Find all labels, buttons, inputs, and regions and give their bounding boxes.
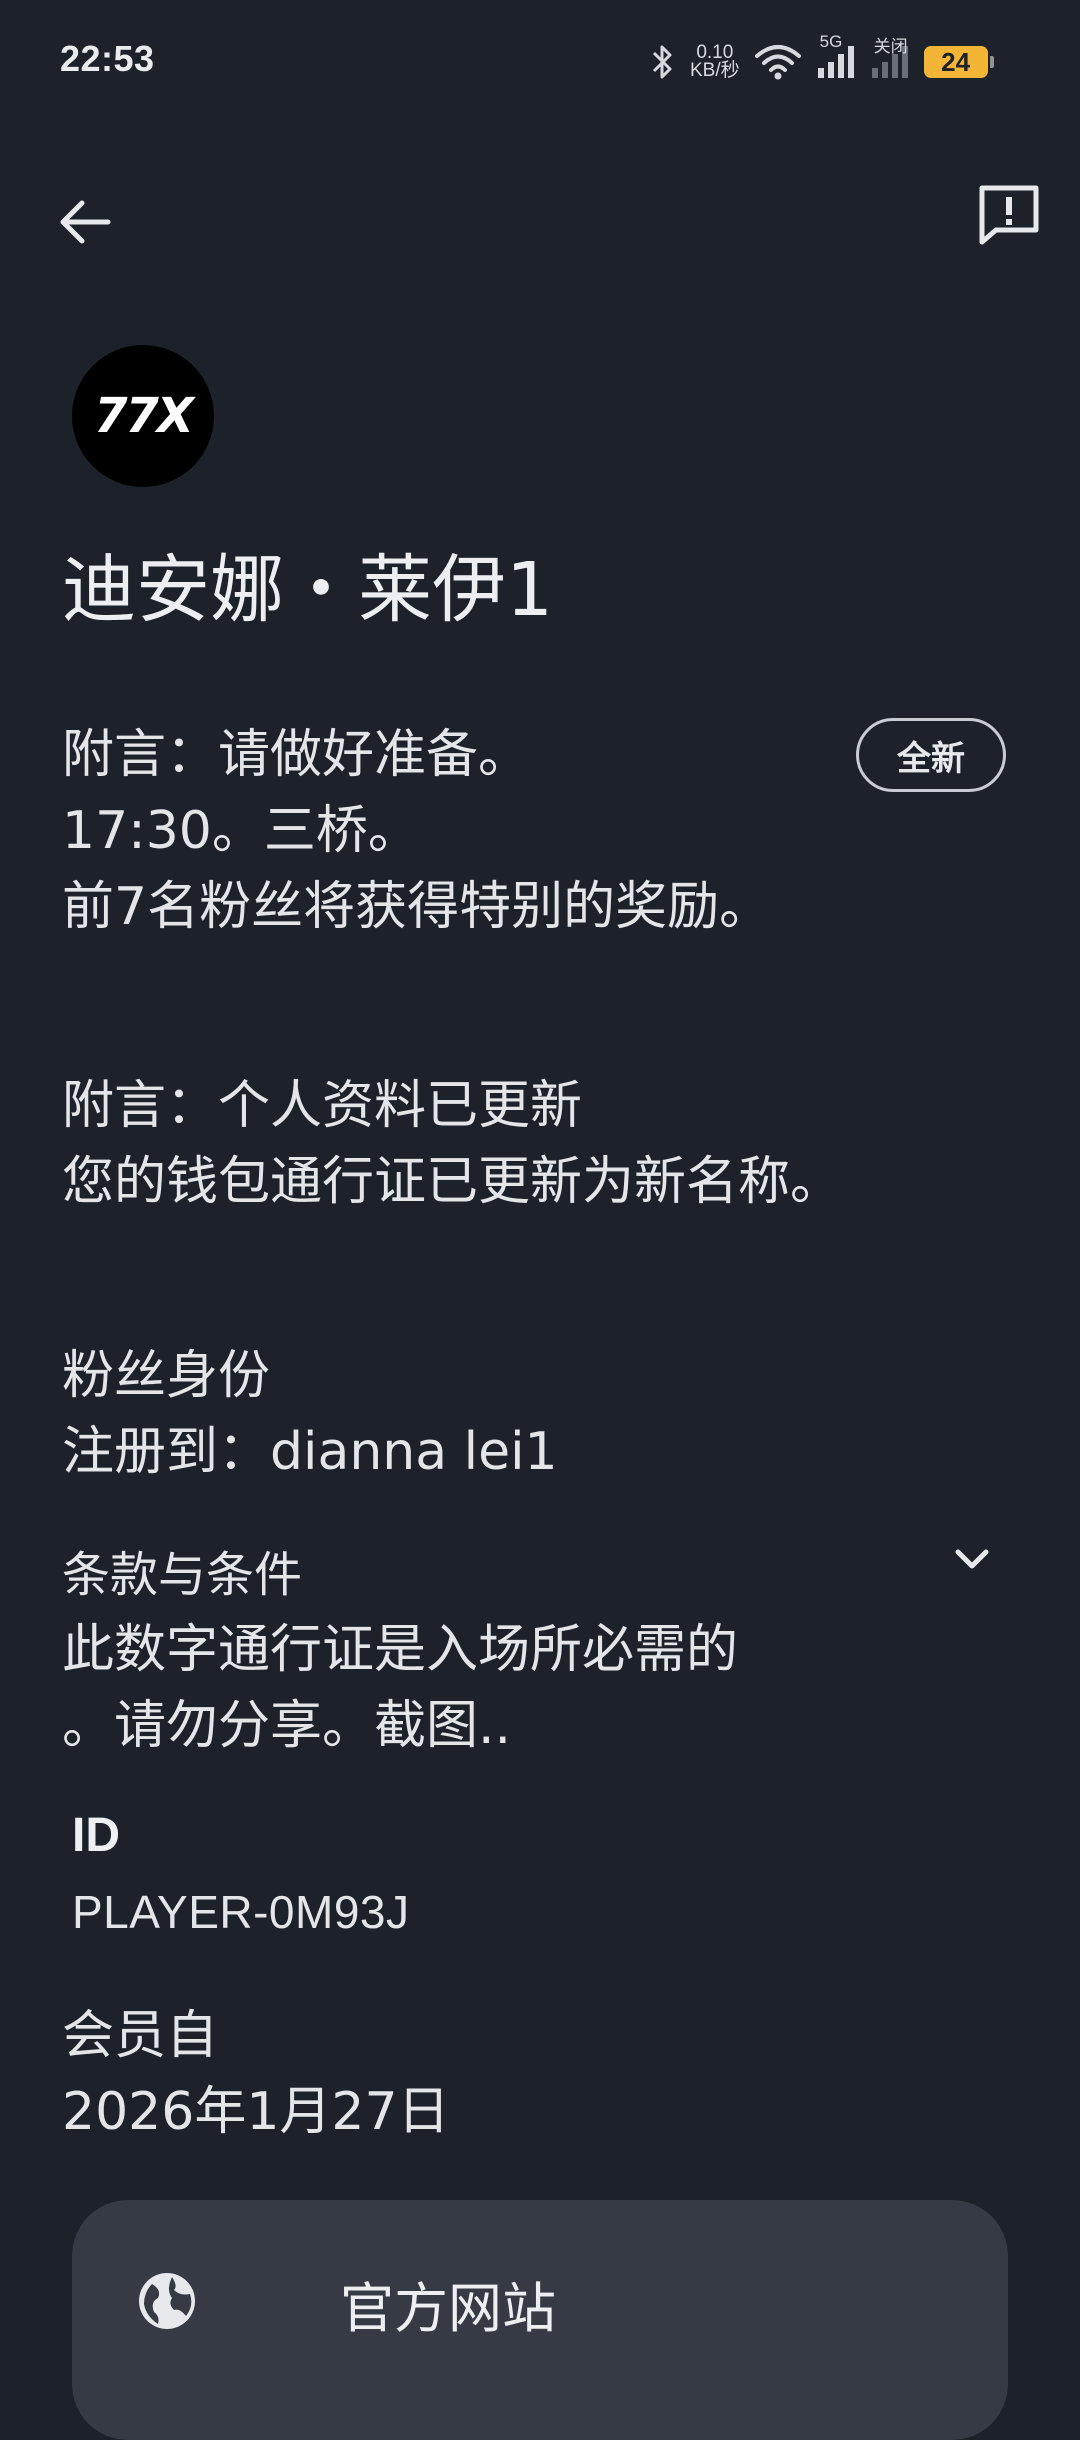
terms-line: 此数字通行证是入场所必需的: [62, 1620, 739, 1680]
id-label: ID: [72, 1809, 120, 1862]
pass-holder-name: 迪安娜・莱伊1: [62, 547, 554, 633]
terms-title[interactable]: 条款与条件: [62, 1535, 302, 1605]
note-1-line: 17:30。三桥。: [62, 801, 420, 861]
member-since: 会员自 2026年1月27日: [62, 1998, 450, 2150]
signal-sim2: 关闭: [870, 37, 910, 84]
terms-line: 。请勿分享。截图..: [62, 1696, 512, 1756]
note-2: 附言：个人资料已更新 您的钱包通行证已更新为新名称。: [62, 1068, 842, 1220]
feedback-icon: [979, 185, 1039, 245]
official-website-label: 官方网站: [340, 2277, 556, 2340]
sim2-label: 关闭: [873, 37, 908, 56]
arrow-left-icon: [60, 200, 111, 244]
terms-expand-button[interactable]: [944, 1532, 1000, 1588]
fan-identity: 粉丝身份 注册到：dianna lei1: [62, 1338, 558, 1490]
chevron-down-icon: [955, 1549, 989, 1569]
wifi-icon: [754, 45, 801, 80]
note-1-line: 附言：请做好准备。: [62, 725, 531, 785]
bluetooth-icon: [652, 45, 672, 79]
terms-text: 此数字通行证是入场所必需的 。请勿分享。截图..: [62, 1612, 738, 1764]
status-time: 22:53: [60, 38, 155, 79]
note-1: 附言：请做好准备。 17:30。三桥。 前7名粉丝将获得特别的奖励。: [62, 717, 771, 945]
id-value: PLAYER-0M93J: [72, 1886, 410, 1938]
member-since-value: 2026年1月27日: [62, 2082, 450, 2142]
sim1-label: 5G: [819, 32, 843, 51]
fan-identity-registered: 注册到：dianna lei1: [62, 1422, 558, 1482]
globe-icon: [134, 2268, 200, 2334]
network-speed: 0.10 KB/秒: [690, 43, 740, 81]
fan-identity-title: 粉丝身份: [62, 1346, 271, 1406]
back-button[interactable]: [52, 190, 116, 254]
network-speed-unit: KB/秒: [690, 60, 740, 81]
new-badge: 全新: [856, 718, 1006, 792]
logo-text: 77X: [94, 388, 194, 444]
note-2-line: 附言：个人资料已更新: [62, 1076, 583, 1136]
signal-sim1: 5G: [816, 32, 856, 84]
battery-indicator: 24: [923, 46, 994, 78]
status-icons: 0.10 KB/秒 5G 关闭 24: [650, 32, 1020, 90]
member-since-label: 会员自: [62, 2006, 219, 2066]
note-2-line: 您的钱包通行证已更新为新名称。: [62, 1152, 843, 1212]
issuer-logo: 77X: [72, 345, 214, 487]
feedback-button[interactable]: [974, 180, 1044, 250]
note-1-line: 前7名粉丝将获得特别的奖励。: [62, 877, 772, 937]
